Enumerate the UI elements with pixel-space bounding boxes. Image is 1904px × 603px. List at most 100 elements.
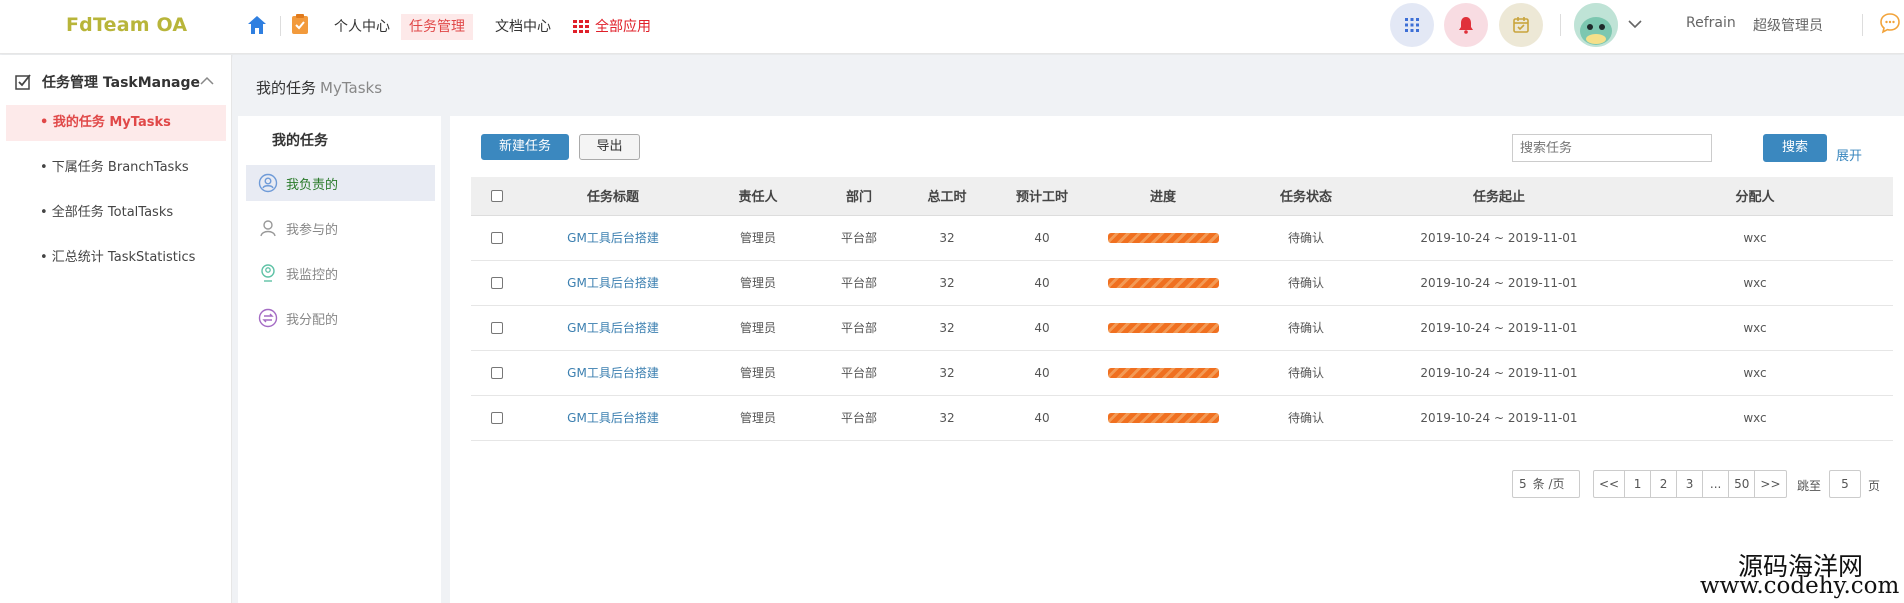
clipboard-icon[interactable] bbox=[290, 13, 310, 35]
total-hours-cell: 32 bbox=[905, 215, 989, 261]
page-2-button[interactable]: 2 bbox=[1651, 471, 1678, 497]
estimated-hours-cell: 40 bbox=[989, 260, 1095, 306]
filter-label: 我监控的 bbox=[286, 267, 339, 283]
row-checkbox[interactable] bbox=[491, 412, 503, 424]
page-ellipsis: ... bbox=[1703, 471, 1730, 497]
status-cell: 待确认 bbox=[1231, 350, 1381, 396]
user-name[interactable]: Refrain bbox=[1686, 15, 1736, 31]
row-checkbox[interactable] bbox=[491, 232, 503, 244]
page-1-button[interactable]: 1 bbox=[1625, 471, 1652, 497]
filter-label: 我负责的 bbox=[286, 177, 339, 193]
column-header[interactable]: 预计工时 bbox=[989, 177, 1095, 216]
row-select-cell bbox=[471, 395, 523, 441]
select-all-checkbox[interactable] bbox=[491, 189, 503, 202]
sidebar-group-label: 任务管理 TaskManage bbox=[42, 75, 201, 91]
export-button[interactable]: 导出 bbox=[579, 134, 640, 160]
sidebar-group-task-manage[interactable]: 任务管理 TaskManage bbox=[14, 67, 218, 97]
nav-personal-center[interactable]: 个人中心 bbox=[326, 14, 398, 40]
owner-cell: 管理员 bbox=[703, 305, 813, 351]
task-title-link[interactable]: GM工具后台搭建 bbox=[523, 215, 703, 261]
progress-fill bbox=[1107, 278, 1219, 288]
progress-fill bbox=[1107, 413, 1219, 423]
sidebar-item-total-tasks[interactable]: • 全部任务 TotalTasks bbox=[6, 195, 226, 231]
row-select-cell bbox=[471, 260, 523, 306]
task-title-link[interactable]: GM工具后台搭建 bbox=[523, 305, 703, 351]
page-last-button[interactable]: >> bbox=[1755, 471, 1785, 497]
period-cell: 2019-10-24 ~ 2019-11-01 bbox=[1381, 395, 1617, 441]
app-logo[interactable]: FdTeam OA bbox=[66, 14, 187, 36]
nav-document-center[interactable]: 文档中心 bbox=[487, 14, 559, 40]
total-hours-cell: 32 bbox=[905, 350, 989, 396]
jump-page-input[interactable]: 5 bbox=[1829, 470, 1861, 498]
task-title-link[interactable]: GM工具后台搭建 bbox=[523, 350, 703, 396]
task-table: 任务标题 责任人 部门 总工时 预计工时 进度 任务状态 任务起止 分配人 GM… bbox=[471, 177, 1893, 441]
sidebar-item-task-statistics[interactable]: • 汇总统计 TaskStatistics bbox=[6, 240, 226, 276]
row-checkbox[interactable] bbox=[491, 367, 503, 379]
left-sidebar: 任务管理 TaskManage • 我的任务 MyTasks • 下属任务 Br… bbox=[0, 55, 232, 603]
estimated-hours-cell: 40 bbox=[989, 395, 1095, 441]
column-header[interactable]: 进度 bbox=[1095, 177, 1231, 216]
progress-bar bbox=[1107, 368, 1219, 378]
table-row: GM工具后台搭建 管理员 平台部 32 40 待确认 2019-10-24 ~ … bbox=[471, 305, 1893, 351]
column-header[interactable]: 部门 bbox=[813, 177, 905, 216]
task-filter-panel: 我的任务 我负责的 我参与的 我监控的 我分配的 bbox=[238, 116, 441, 603]
user-icon bbox=[260, 220, 276, 237]
apps-button[interactable] bbox=[1390, 3, 1434, 47]
column-header[interactable]: 任务状态 bbox=[1231, 177, 1381, 216]
nav-all-apps[interactable]: 全部应用 bbox=[569, 14, 659, 40]
search-button[interactable]: 搜索 bbox=[1763, 134, 1827, 162]
calendar-button[interactable] bbox=[1499, 3, 1543, 47]
page-size-select[interactable]: 5 条 /页 bbox=[1512, 470, 1580, 498]
grid-icon bbox=[573, 20, 589, 33]
nav-task-management[interactable]: 任务管理 bbox=[401, 14, 473, 40]
avatar-image bbox=[1574, 3, 1618, 47]
avatar[interactable] bbox=[1574, 3, 1618, 47]
column-header[interactable]: 任务起止 bbox=[1381, 177, 1617, 216]
progress-cell bbox=[1095, 305, 1231, 351]
search-input[interactable] bbox=[1512, 134, 1712, 162]
exchange-icon bbox=[258, 308, 278, 328]
filter-participating[interactable]: 我参与的 bbox=[246, 210, 435, 246]
progress-cell bbox=[1095, 260, 1231, 306]
watermark-url: www.codehy.com bbox=[1700, 573, 1900, 599]
chevron-down-icon[interactable] bbox=[1628, 19, 1642, 29]
sidebar-item-branch-tasks[interactable]: • 下属任务 BranchTasks bbox=[6, 150, 226, 186]
new-task-button[interactable]: 新建任务 bbox=[481, 134, 569, 160]
owner-cell: 管理员 bbox=[703, 395, 813, 441]
column-header[interactable]: 分配人 bbox=[1617, 177, 1893, 216]
filter-monitoring[interactable]: 我监控的 bbox=[246, 255, 435, 291]
owner-cell: 管理员 bbox=[703, 215, 813, 261]
page-size-value: 5 bbox=[1519, 477, 1527, 491]
column-header[interactable]: 责任人 bbox=[703, 177, 813, 216]
home-icon[interactable] bbox=[246, 14, 268, 36]
page-50-button[interactable]: 50 bbox=[1729, 471, 1756, 497]
checklist-icon bbox=[15, 74, 31, 90]
column-header[interactable]: 总工时 bbox=[905, 177, 989, 216]
notifications-button[interactable] bbox=[1444, 3, 1488, 47]
chat-icon[interactable] bbox=[1878, 11, 1902, 35]
dept-cell: 平台部 bbox=[813, 305, 905, 351]
progress-cell bbox=[1095, 215, 1231, 261]
column-header[interactable]: 任务标题 bbox=[523, 177, 703, 216]
page-3-button[interactable]: 3 bbox=[1677, 471, 1704, 497]
task-title-link[interactable]: GM工具后台搭建 bbox=[523, 395, 703, 441]
period-cell: 2019-10-24 ~ 2019-11-01 bbox=[1381, 350, 1617, 396]
estimated-hours-cell: 40 bbox=[989, 305, 1095, 351]
task-title-link[interactable]: GM工具后台搭建 bbox=[523, 260, 703, 306]
row-checkbox[interactable] bbox=[491, 322, 503, 334]
sidebar-item-my-tasks[interactable]: • 我的任务 MyTasks bbox=[6, 105, 226, 141]
breadcrumb-bar: 我的任务 MyTasks bbox=[233, 55, 1904, 115]
page-size-unit: 条 /页 bbox=[1532, 477, 1565, 491]
header-divider bbox=[1862, 14, 1863, 36]
total-hours-cell: 32 bbox=[905, 305, 989, 351]
assigner-cell: wxc bbox=[1617, 395, 1893, 441]
dept-cell: 平台部 bbox=[813, 215, 905, 261]
bell-icon bbox=[1459, 17, 1473, 34]
calendar-icon bbox=[1513, 17, 1529, 33]
page-first-button[interactable]: << bbox=[1594, 471, 1626, 497]
filter-assigned[interactable]: 我分配的 bbox=[246, 300, 435, 336]
expand-link[interactable]: 展开 bbox=[1836, 145, 1862, 164]
user-circle-icon bbox=[258, 173, 278, 193]
row-checkbox[interactable] bbox=[491, 277, 503, 289]
filter-responsible[interactable]: 我负责的 bbox=[246, 165, 435, 201]
